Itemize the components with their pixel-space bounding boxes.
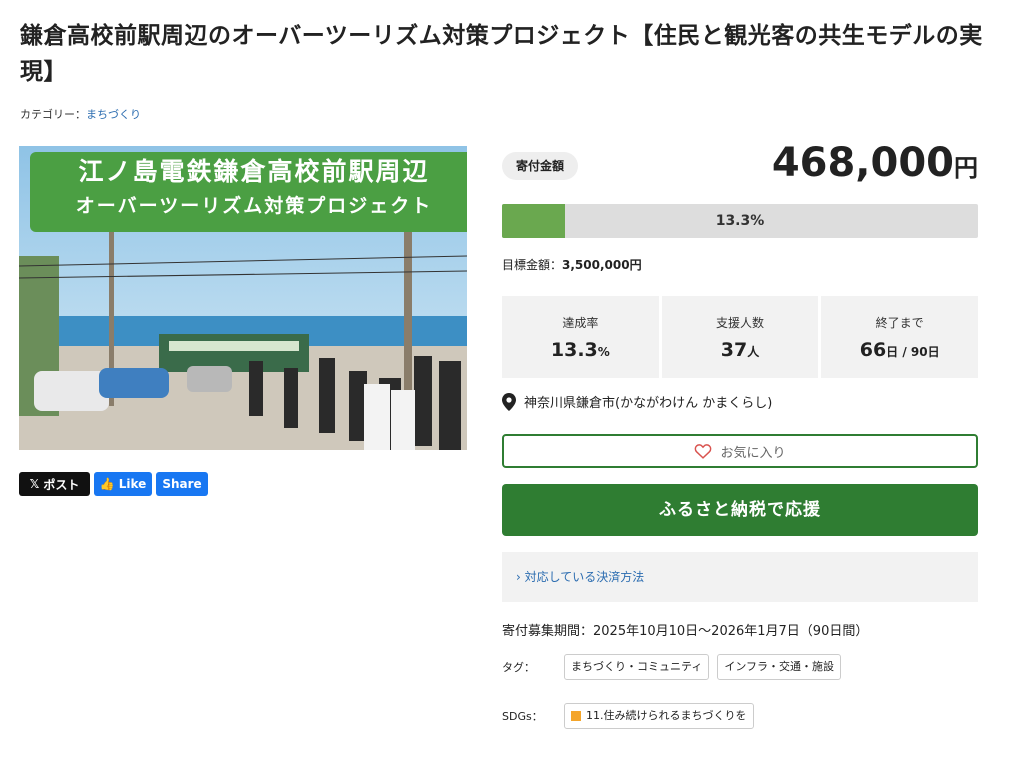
like-label: Like: [118, 477, 147, 491]
payment-methods-link[interactable]: › 対応している決済方法: [502, 552, 978, 602]
map-pin-icon: [502, 392, 516, 411]
stat-remaining-number: 66: [859, 339, 887, 361]
heart-icon: [695, 444, 712, 459]
donate-button[interactable]: ふるさと納税で応援: [502, 484, 978, 536]
category-line: カテゴリー：まちづくり: [20, 106, 141, 122]
donation-amount-unit: 円: [954, 154, 978, 182]
facebook-share-button[interactable]: Share: [156, 472, 208, 496]
chevron-right-icon: ›: [516, 570, 521, 584]
thumbs-up-icon: 👍: [99, 477, 115, 491]
goal-value: 3,500,000円: [562, 258, 642, 272]
hero-banner: 江ノ島電鉄鎌倉高校前駅周辺 オーバーツーリズム対策プロジェクト: [30, 152, 467, 232]
payment-methods-label: 対応している決済方法: [524, 570, 645, 584]
sdg-tag-label: 11.住み続けられるまちづくりを: [586, 709, 747, 722]
sdg-tag-11[interactable]: 11.住み続けられるまちづくりを: [564, 703, 754, 729]
x-post-button[interactable]: 𝕏 ポスト: [19, 472, 90, 496]
tag-item[interactable]: まちづくり・コミュニティ: [564, 654, 710, 680]
stat-supporters-value: 37人: [662, 339, 819, 361]
sdgs-label: SDGs：: [502, 710, 543, 723]
facebook-like-button[interactable]: 👍 Like: [94, 472, 152, 496]
sdg-goal-icon: [571, 711, 581, 721]
tags-label: タグ：: [502, 661, 535, 674]
goal-amount: 目標金額：3,500,000円: [502, 256, 642, 273]
donation-period: 寄付募集期間：2025年10月10日～2026年1月7日（90日間）: [502, 624, 869, 639]
tag-item[interactable]: インフラ・交通・施設: [717, 654, 842, 680]
stat-remaining-value: 66日 / 90日: [821, 339, 978, 361]
stat-supporters-unit: 人: [747, 345, 760, 359]
favorite-button[interactable]: お気に入り: [502, 434, 978, 468]
category-label: カテゴリー：: [20, 108, 86, 121]
stat-remaining-unit: 日 / 90日: [886, 345, 940, 359]
stat-supporters-number: 37: [720, 339, 748, 361]
stats-panel: 達成率 13.3% 支援人数 37人 終了まで 66日 / 90日: [502, 296, 979, 378]
stat-remaining: 終了まで 66日 / 90日: [821, 296, 979, 378]
hero-banner-line2: オーバーツーリズム対策プロジェクト: [75, 195, 433, 217]
share-label: Share: [162, 477, 202, 491]
hero-banner-line1: 江ノ島電鉄鎌倉高校前駅周辺: [78, 157, 430, 186]
stat-rate-value: 13.3%: [502, 339, 659, 361]
category-link[interactable]: まちづくり: [86, 108, 141, 121]
sdgs-row: SDGs： 11.住み続けられるまちづくりを: [502, 703, 762, 729]
stat-rate-number: 13.3: [550, 339, 598, 361]
donation-badge: 寄付金額: [502, 152, 579, 180]
page-title: 鎌倉高校前駅周辺のオーバーツーリズム対策プロジェクト【住民と観光客の共生モデルの…: [20, 23, 983, 85]
stat-supporters: 支援人数 37人: [661, 296, 819, 378]
donation-amount-value: 468,000: [771, 140, 954, 186]
stat-rate: 達成率 13.3%: [502, 296, 659, 378]
hero-image: 江ノ島電鉄鎌倉高校前駅周辺 オーバーツーリズム対策プロジェクト: [19, 146, 467, 450]
stat-supporters-label: 支援人数: [716, 316, 765, 330]
stat-rate-label: 達成率: [562, 316, 599, 330]
goal-label: 目標金額：: [502, 258, 563, 272]
favorite-label: お気に入り: [720, 445, 786, 461]
stat-rate-unit: %: [597, 345, 610, 359]
progress-text: 13.3%: [715, 213, 765, 229]
location-text: 神奈川県鎌倉市(かながわけん かまくらし): [524, 396, 773, 411]
tags-row: タグ： まちづくり・コミュニティ インフラ・交通・施設: [502, 654, 849, 680]
location: 神奈川県鎌倉市(かながわけん かまくらし): [502, 392, 772, 411]
donation-amount: 468,000円: [772, 140, 978, 186]
stat-remaining-label: 終了まで: [875, 316, 924, 330]
x-logo-icon: 𝕏: [29, 477, 40, 491]
x-post-label: ポスト: [43, 477, 80, 492]
progress-bar: 13.3%: [502, 204, 978, 238]
